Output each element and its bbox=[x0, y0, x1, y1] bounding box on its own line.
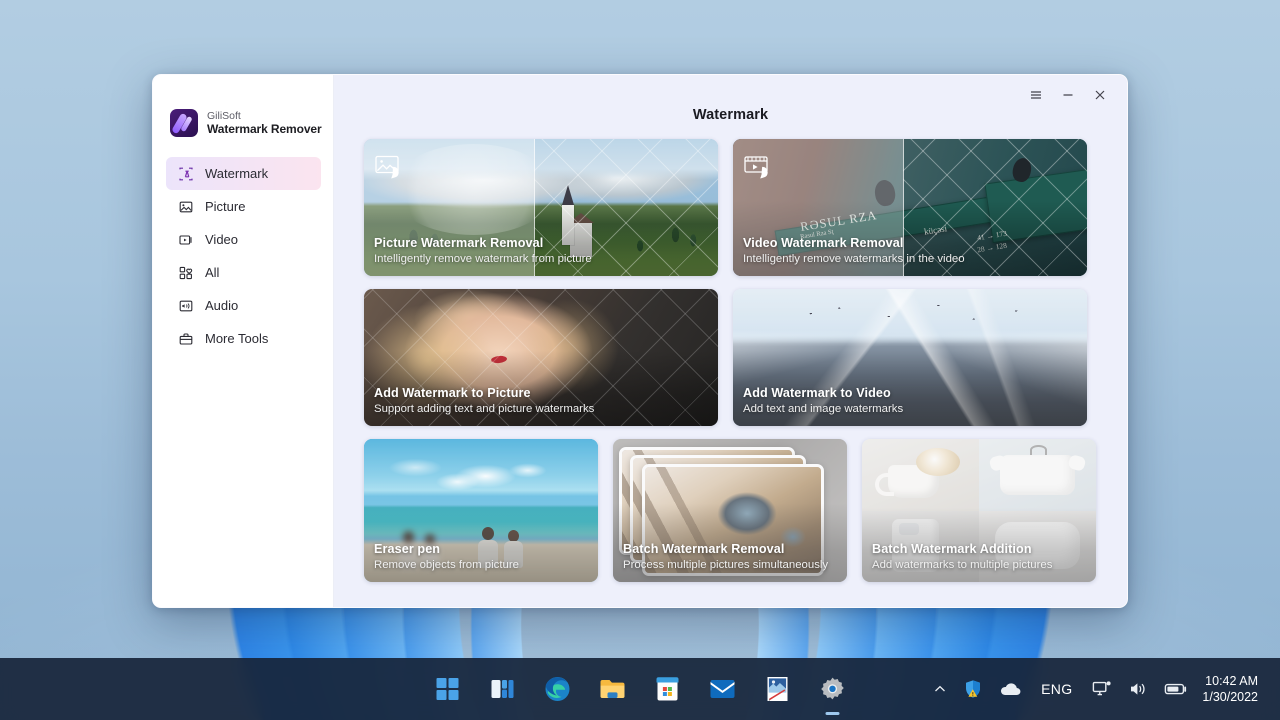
system-tray: ENG 10:42 AM 1/30/2022 bbox=[925, 658, 1280, 720]
content-area: Watermark Picture Watermark Removal Inte… bbox=[334, 75, 1127, 607]
card-add-watermark-to-picture[interactable]: Add Watermark to Picture Support adding … bbox=[364, 289, 718, 426]
taskbar-buttons bbox=[433, 674, 848, 715]
sidebar-nav: Watermark Picture Video All Audio More T… bbox=[153, 157, 333, 355]
start-button[interactable] bbox=[433, 674, 463, 704]
onedrive-icon[interactable] bbox=[991, 658, 1029, 720]
card-video-watermark-removal[interactable]: RƏSUL RZA Rasul Rza Sţ küçəsi 41 → 173 2… bbox=[733, 139, 1087, 276]
card-subtitle: Remove objects from picture bbox=[374, 559, 519, 571]
sidebar-item-video[interactable]: Video bbox=[166, 223, 321, 256]
brand-product: Watermark Remover bbox=[207, 122, 322, 136]
card-picture-watermark-removal[interactable]: Picture Watermark Removal Intelligently … bbox=[364, 139, 718, 276]
video-remove-icon bbox=[744, 155, 774, 186]
watermark-icon bbox=[177, 165, 194, 182]
watermark-remover-button[interactable] bbox=[763, 674, 793, 704]
sidebar-item-label: Video bbox=[205, 232, 239, 247]
brand-company: GiliSoft bbox=[207, 110, 241, 122]
audio-icon bbox=[177, 297, 194, 314]
taskbar: ENG 10:42 AM 1/30/2022 bbox=[0, 658, 1280, 720]
volume-icon[interactable] bbox=[1120, 658, 1156, 720]
tray-overflow-button[interactable] bbox=[925, 658, 955, 720]
card-subtitle: Intelligently remove watermarks in the v… bbox=[743, 253, 965, 265]
card-row: Add Watermark to Picture Support adding … bbox=[364, 289, 1097, 426]
brand: GiliSoft Watermark Remover bbox=[153, 75, 333, 137]
card-batch-watermark-removal[interactable]: Batch Watermark Removal Process multiple… bbox=[613, 439, 847, 582]
sidebar-item-label: Audio bbox=[205, 298, 239, 313]
page-title: Watermark bbox=[692, 107, 769, 123]
active-app-indicator bbox=[825, 712, 840, 715]
sidebar-item-all[interactable]: All bbox=[166, 256, 321, 289]
sidebar-item-watermark[interactable]: Watermark bbox=[166, 157, 321, 190]
clock-date: 1/30/2022 bbox=[1202, 690, 1258, 704]
card-add-watermark-to-video[interactable]: Add Watermark to Video Add text and imag… bbox=[733, 289, 1087, 426]
card-row: Picture Watermark Removal Intelligently … bbox=[364, 139, 1097, 276]
card-row: Eraser pen Remove objects from picture B… bbox=[364, 439, 1097, 582]
task-view-button[interactable] bbox=[488, 674, 518, 704]
card-subtitle: Support adding text and picture watermar… bbox=[374, 403, 595, 415]
sidebar-item-more-tools[interactable]: More Tools bbox=[166, 322, 321, 355]
picture-icon bbox=[177, 198, 194, 215]
sidebar-item-label: Picture bbox=[205, 199, 246, 214]
feature-card-grid: Picture Watermark Removal Intelligently … bbox=[334, 123, 1127, 582]
card-title: Batch Watermark Addition bbox=[872, 542, 1032, 556]
card-title: Batch Watermark Removal bbox=[623, 542, 785, 556]
card-subtitle: Intelligently remove watermark from pict… bbox=[374, 253, 592, 265]
card-subtitle: Add watermarks to multiple pictures bbox=[872, 559, 1053, 571]
card-title: Add Watermark to Picture bbox=[374, 386, 531, 400]
gilisoft-logo-icon bbox=[170, 109, 198, 137]
card-title: Eraser pen bbox=[374, 542, 441, 556]
toolbox-icon bbox=[177, 330, 194, 347]
card-subtitle: Process multiple pictures simultaneously bbox=[623, 559, 829, 571]
image-remove-icon bbox=[375, 155, 405, 186]
sidebar: GiliSoft Watermark Remover Watermark Pic… bbox=[153, 75, 334, 607]
language-indicator[interactable]: ENG bbox=[1029, 658, 1084, 720]
card-title: Picture Watermark Removal bbox=[374, 236, 544, 250]
video-icon bbox=[177, 231, 194, 248]
app-window: GiliSoft Watermark Remover Watermark Pic… bbox=[152, 74, 1128, 608]
all-grid-icon bbox=[177, 264, 194, 281]
sidebar-item-label: All bbox=[205, 265, 220, 280]
clock[interactable]: 10:42 AM 1/30/2022 bbox=[1196, 673, 1270, 705]
network-icon[interactable] bbox=[1084, 658, 1120, 720]
sidebar-item-label: More Tools bbox=[205, 331, 269, 346]
clock-time: 10:42 AM bbox=[1205, 674, 1258, 688]
edge-button[interactable] bbox=[543, 674, 573, 704]
watermark-blob bbox=[392, 144, 556, 235]
card-eraser-pen[interactable]: Eraser pen Remove objects from picture bbox=[364, 439, 598, 582]
sidebar-item-picture[interactable]: Picture bbox=[166, 190, 321, 223]
card-title: Add Watermark to Video bbox=[743, 386, 891, 400]
card-title: Video Watermark Removal bbox=[743, 236, 904, 250]
battery-icon[interactable] bbox=[1156, 658, 1196, 720]
mail-button[interactable] bbox=[708, 674, 738, 704]
file-explorer-button[interactable] bbox=[598, 674, 628, 704]
sidebar-item-audio[interactable]: Audio bbox=[166, 289, 321, 322]
microsoft-store-button[interactable] bbox=[653, 674, 683, 704]
menu-button[interactable] bbox=[1023, 85, 1049, 105]
minimize-button[interactable] bbox=[1055, 85, 1081, 105]
card-subtitle: Add text and image watermarks bbox=[743, 403, 904, 415]
settings-button[interactable] bbox=[818, 674, 848, 715]
close-button[interactable] bbox=[1087, 85, 1113, 105]
sidebar-item-label: Watermark bbox=[205, 166, 269, 181]
card-batch-watermark-addition[interactable]: Batch Watermark Addition Add watermarks … bbox=[862, 439, 1096, 582]
windows-security-warning-icon[interactable] bbox=[955, 658, 991, 720]
